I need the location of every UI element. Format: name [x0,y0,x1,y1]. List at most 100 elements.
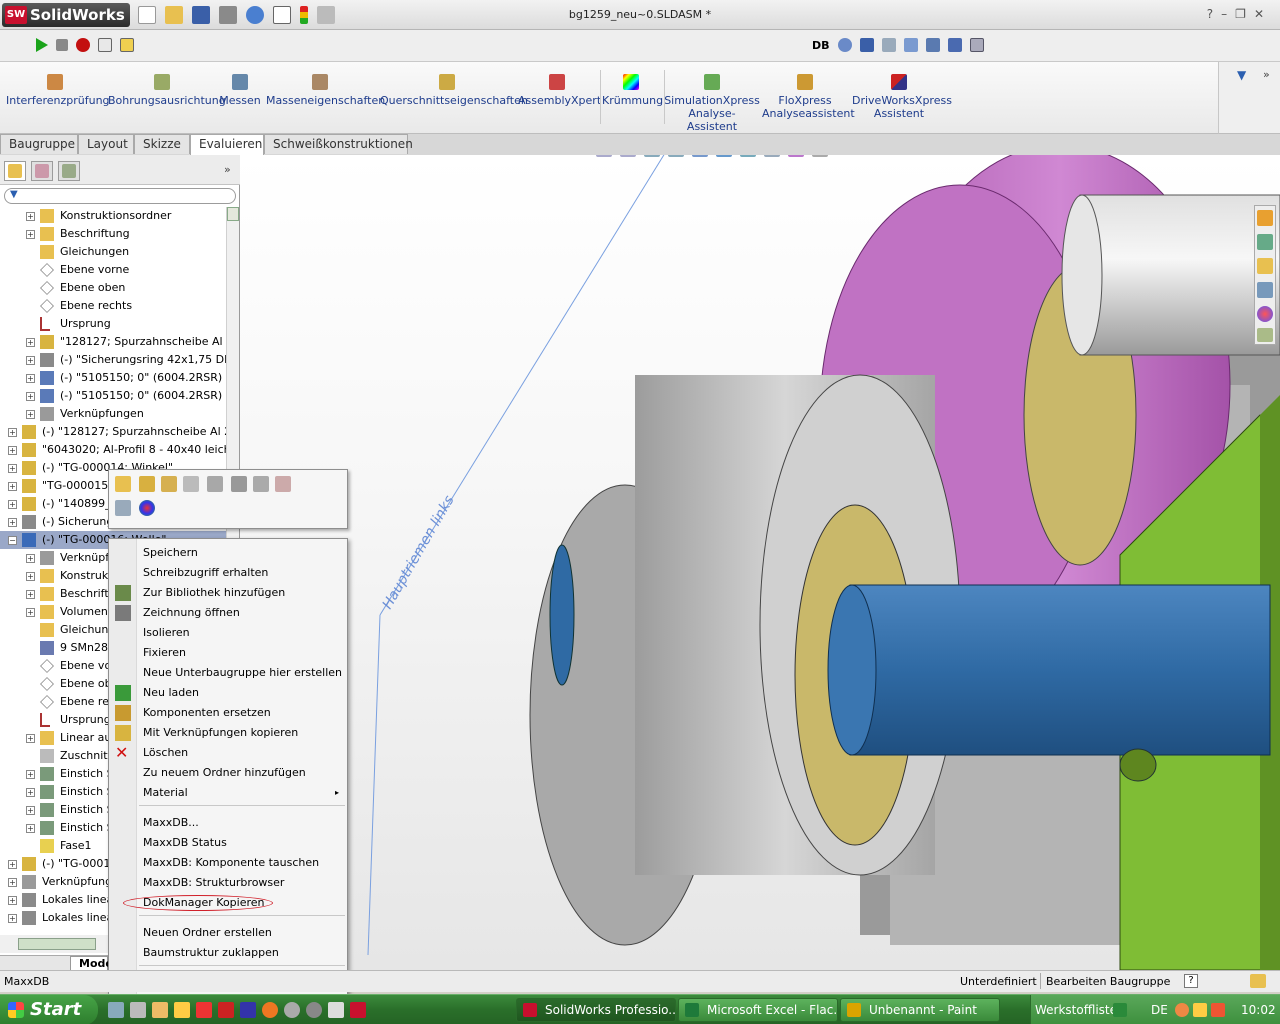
properties-icon[interactable] [275,476,291,492]
close-icon[interactable]: ✕ [1254,7,1272,21]
zoom-area-icon[interactable] [620,155,636,157]
viewport-close-icon[interactable]: ✕ [1239,155,1255,157]
numbers-icon[interactable] [328,1002,344,1018]
menu-item[interactable]: MaxxDB: Strukturbrowser [109,873,347,893]
excel-x-icon[interactable] [218,1002,234,1018]
tree-row[interactable]: Ebene oben [0,279,226,297]
expand-toggle-icon[interactable]: + [26,824,35,833]
menu-item[interactable]: Schreibzugriff erhalten [109,563,347,583]
assemblyxpert-button[interactable]: AssemblyXpert [518,74,601,107]
expand-chevron-icon[interactable]: » [1263,68,1270,81]
structure-db-icon[interactable] [903,38,918,52]
section-view-icon[interactable] [692,155,708,157]
expand-toggle-icon[interactable]: + [26,230,35,239]
task-excel[interactable]: Microsoft Excel - Flac... [678,998,838,1022]
driveworksxpress-button[interactable]: DriveWorksXpress Assistent [852,74,952,120]
menu-item[interactable]: Zeichnung öffnen [109,603,347,623]
tree-row[interactable]: + Beschriftung [0,225,226,243]
expand-toggle-icon[interactable]: + [26,392,35,401]
tree-row[interactable]: Ursprung [0,315,226,333]
edit-macro-icon[interactable] [120,38,134,52]
expand-toggle-icon[interactable]: + [26,590,35,599]
menu-item[interactable]: Speichern [109,543,347,563]
2d-db-icon[interactable] [969,38,984,52]
viewport-minimize-icon[interactable]: – [1210,155,1222,157]
copy-db-icon[interactable] [881,38,896,52]
tab-skizze[interactable]: Skizze [134,134,190,154]
component-properties-icon[interactable] [207,476,223,492]
status-help-icon[interactable]: ? [1184,974,1198,988]
hscroll-thumb[interactable] [18,938,96,950]
tree-row[interactable]: + "128127; Spurzahnscheibe Al 26A [0,333,226,351]
pan-icon[interactable] [644,155,660,157]
open-part-icon[interactable] [115,476,131,492]
lock-icon[interactable] [174,1002,190,1018]
view-orientation-icon[interactable] [716,155,732,157]
calc-icon[interactable] [284,1002,300,1018]
explorer-icon[interactable] [130,1002,146,1018]
run-macro-icon[interactable] [36,38,48,52]
menu-item[interactable]: Neuen Ordner erstellen [109,923,347,943]
snap-icon[interactable] [196,1002,212,1018]
appearance-icon[interactable] [788,155,804,157]
scroll-up-arrow-icon[interactable] [227,207,239,221]
filter-icon[interactable]: ▼ [1237,68,1246,82]
tree-row[interactable]: Gleichungen [0,243,226,261]
save-db-icon[interactable] [859,38,874,52]
expand-toggle-icon[interactable]: + [26,608,35,617]
tree-horizontal-scrollbar[interactable] [0,935,108,953]
menu-item[interactable]: Zu neuem Ordner hinzufügen [109,763,347,783]
expand-toggle-icon[interactable]: + [8,914,17,923]
maxxdb-db-button[interactable]: DB [812,39,830,52]
expand-toggle-icon[interactable]: + [8,860,17,869]
menu-item[interactable]: Neue Unterbaugruppe hier erstellen [109,663,347,683]
design-library-icon[interactable] [1257,234,1273,250]
task-solidworks[interactable]: SolidWorks Professio... [516,998,676,1022]
status-pencil-icon[interactable] [1250,974,1266,988]
expand-toggle-icon[interactable]: + [26,770,35,779]
rotate-icon[interactable] [668,155,684,157]
appearances-icon[interactable] [1257,306,1273,322]
menu-item[interactable]: Material ▸ [109,783,347,803]
menu-item[interactable]: MaxxDB Status [109,833,347,853]
curvature-button[interactable]: Krümmung [602,74,663,107]
zoom-to-selection-icon[interactable] [115,500,131,516]
record-macro-icon[interactable] [76,38,90,52]
zoom-to-fit-icon[interactable] [596,155,612,157]
expand-toggle-icon[interactable]: + [8,878,17,887]
tree-row[interactable]: + (-) "5105150; 0" (6004.2RSR) [0,369,226,387]
expand-toggle-icon[interactable]: + [26,338,35,347]
panel-expand-icon[interactable]: » [224,163,231,176]
tree-row[interactable]: Ebene vorne [0,261,226,279]
tree-row[interactable]: + (-) "5105150; 0" (6004.2RSR) [0,387,226,405]
move-component-icon[interactable] [253,476,269,492]
new-macro-icon[interactable] [98,38,112,52]
start-button[interactable]: Start [0,995,98,1024]
tree-row[interactable]: + Konstruktionsordner [0,207,226,225]
paperclip-icon[interactable] [231,476,247,492]
stop-macro-icon[interactable] [56,39,68,51]
tray-arrow-icon[interactable] [1175,1003,1189,1017]
feature-manager-tab[interactable] [4,161,26,181]
expand-toggle-icon[interactable]: + [8,446,17,455]
hide-components-icon[interactable] [161,476,177,492]
tab-layout[interactable]: Layout [78,134,134,154]
help-icon[interactable]: ? [1207,7,1221,21]
menu-item[interactable]: MaxxDB... [109,813,347,833]
file-explorer-icon[interactable] [1257,258,1273,274]
tab-baugruppe[interactable]: Baugruppe [0,134,78,154]
home-icon[interactable] [1257,210,1273,226]
expand-toggle-icon[interactable]: + [26,788,35,797]
solidworks-quicklaunch-icon[interactable] [350,1002,366,1018]
expand-toggle-icon[interactable]: + [26,806,35,815]
tree-row[interactable]: + (-) "128127; Spurzahnscheibe Al 26AT [0,423,226,441]
tools-db-icon[interactable] [925,38,940,52]
tab-schweisskonstruktionen[interactable]: Schweißkonstruktionen [264,134,413,154]
expand-toggle-icon[interactable]: + [26,572,35,581]
simulationxpress-button[interactable]: SimulationXpress Analyse-Assistent [664,74,760,133]
restore-icon[interactable]: ❐ [1235,7,1254,21]
expand-toggle-icon[interactable]: + [8,896,17,905]
menu-item[interactable]: ✕ Löschen [109,743,347,763]
graphics-area[interactable]: Hauptriemen links [240,155,1280,970]
language-indicator[interactable]: DE [1151,995,1168,1024]
